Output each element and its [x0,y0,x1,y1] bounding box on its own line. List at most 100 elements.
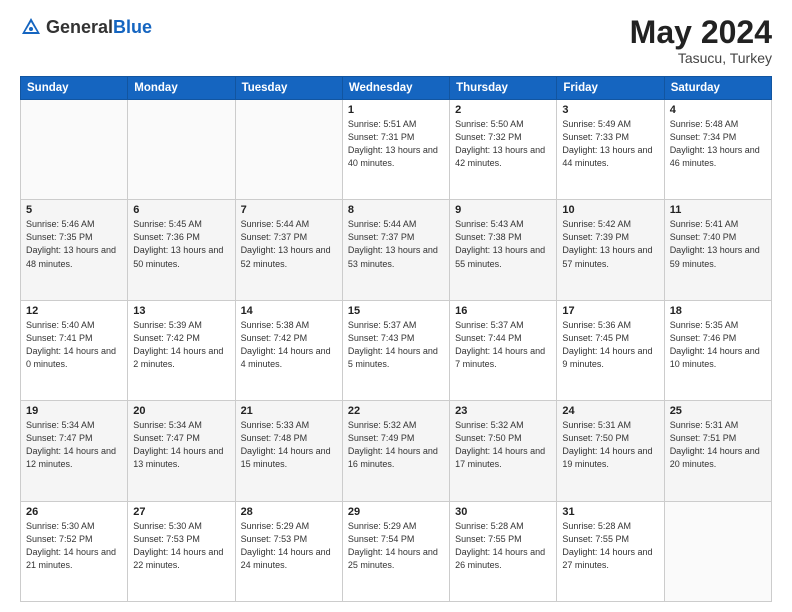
cell-content: Sunrise: 5:30 AMSunset: 7:52 PMDaylight:… [26,520,122,572]
col-saturday: Saturday [664,77,771,100]
calendar-cell: 18 Sunrise: 5:35 AMSunset: 7:46 PMDayligh… [664,300,771,400]
cell-content: Sunrise: 5:45 AMSunset: 7:36 PMDaylight:… [133,218,229,270]
location: Tasucu, Turkey [630,50,772,66]
cell-content: Sunrise: 5:38 AMSunset: 7:42 PMDaylight:… [241,319,337,371]
calendar-cell: 30 Sunrise: 5:28 AMSunset: 7:55 PMDayligh… [450,501,557,601]
week-row-1: 1 Sunrise: 5:51 AMSunset: 7:31 PMDaylight… [21,100,772,200]
header: GeneralBlue May 2024 Tasucu, Turkey [20,16,772,66]
calendar-cell: 27Sunrise: 5:30 AMSunset: 7:53 PMDayligh… [128,501,235,601]
day-number: 15 [348,305,444,317]
calendar-cell: 23 Sunrise: 5:32 AMSunset: 7:50 PMDayligh… [450,401,557,501]
day-number: 28 [241,506,337,518]
col-wednesday: Wednesday [342,77,449,100]
day-number: 14 [241,305,337,317]
logo-general-text: General [46,17,113,37]
cell-content: Sunrise: 5:44 AMSunset: 7:37 PMDaylight:… [348,218,444,270]
logo-icon [20,16,42,38]
day-number: 13 [133,305,229,317]
cell-content: Sunrise: 5:30 AMSunset: 7:53 PMDaylight:… [133,520,229,572]
day-number: 20 [133,405,229,417]
logo-blue-text: Blue [113,17,152,37]
cell-content: Sunrise: 5:40 AMSunset: 7:41 PMDaylight:… [26,319,122,371]
cell-content: Sunrise: 5:36 AMSunset: 7:45 PMDaylight:… [562,319,658,371]
month-year: May 2024 [630,16,772,48]
col-tuesday: Tuesday [235,77,342,100]
day-number: 16 [455,305,551,317]
cell-content: Sunrise: 5:33 AMSunset: 7:48 PMDaylight:… [241,419,337,471]
cell-content: Sunrise: 5:29 AMSunset: 7:53 PMDaylight:… [241,520,337,572]
calendar-cell: 15 Sunrise: 5:37 AMSunset: 7:43 PMDayligh… [342,300,449,400]
cell-content: Sunrise: 5:32 AMSunset: 7:50 PMDaylight:… [455,419,551,471]
col-friday: Friday [557,77,664,100]
calendar-cell: 22 Sunrise: 5:32 AMSunset: 7:49 PMDayligh… [342,401,449,501]
calendar-cell: 17 Sunrise: 5:36 AMSunset: 7:45 PMDayligh… [557,300,664,400]
cell-content: Sunrise: 5:43 AMSunset: 7:38 PMDaylight:… [455,218,551,270]
calendar-cell: 6 Sunrise: 5:45 AMSunset: 7:36 PMDaylight… [128,200,235,300]
calendar-cell: 3 Sunrise: 5:49 AMSunset: 7:33 PMDaylight… [557,100,664,200]
calendar-cell: 11Sunrise: 5:41 AMSunset: 7:40 PMDayligh… [664,200,771,300]
day-number: 8 [348,204,444,216]
day-number: 2 [455,104,551,116]
calendar-cell: 25 Sunrise: 5:31 AMSunset: 7:51 PMDayligh… [664,401,771,501]
calendar-cell: 31 Sunrise: 5:28 AMSunset: 7:55 PMDayligh… [557,501,664,601]
calendar-cell: 21Sunrise: 5:33 AMSunset: 7:48 PMDayligh… [235,401,342,501]
calendar-cell: 9Sunrise: 5:43 AMSunset: 7:38 PMDaylight… [450,200,557,300]
cell-content: Sunrise: 5:39 AMSunset: 7:42 PMDaylight:… [133,319,229,371]
day-number: 29 [348,506,444,518]
day-number: 18 [670,305,766,317]
day-number: 22 [348,405,444,417]
calendar-cell: 8 Sunrise: 5:44 AMSunset: 7:37 PMDaylight… [342,200,449,300]
cell-content: Sunrise: 5:49 AMSunset: 7:33 PMDaylight:… [562,118,658,170]
day-number: 11 [670,204,766,216]
cell-content: Sunrise: 5:48 AMSunset: 7:34 PMDaylight:… [670,118,766,170]
col-thursday: Thursday [450,77,557,100]
calendar-cell: 16Sunrise: 5:37 AMSunset: 7:44 PMDayligh… [450,300,557,400]
col-sunday: Sunday [21,77,128,100]
calendar-cell: 19Sunrise: 5:34 AMSunset: 7:47 PMDayligh… [21,401,128,501]
cell-content: Sunrise: 5:46 AMSunset: 7:35 PMDaylight:… [26,218,122,270]
week-row-4: 19Sunrise: 5:34 AMSunset: 7:47 PMDayligh… [21,401,772,501]
cell-content: Sunrise: 5:32 AMSunset: 7:49 PMDaylight:… [348,419,444,471]
calendar-cell: 24Sunrise: 5:31 AMSunset: 7:50 PMDayligh… [557,401,664,501]
calendar-cell: 4 Sunrise: 5:48 AMSunset: 7:34 PMDaylight… [664,100,771,200]
calendar-cell: 2Sunrise: 5:50 AMSunset: 7:32 PMDaylight… [450,100,557,200]
page: GeneralBlue May 2024 Tasucu, Turkey Sund… [0,0,792,612]
day-number: 17 [562,305,658,317]
day-number: 30 [455,506,551,518]
calendar-cell [235,100,342,200]
cell-content: Sunrise: 5:31 AMSunset: 7:51 PMDaylight:… [670,419,766,471]
cell-content: Sunrise: 5:35 AMSunset: 7:46 PMDaylight:… [670,319,766,371]
day-number: 7 [241,204,337,216]
day-number: 5 [26,204,122,216]
day-number: 3 [562,104,658,116]
cell-content: Sunrise: 5:34 AMSunset: 7:47 PMDaylight:… [133,419,229,471]
day-number: 26 [26,506,122,518]
day-number: 6 [133,204,229,216]
calendar-cell: 12Sunrise: 5:40 AMSunset: 7:41 PMDayligh… [21,300,128,400]
col-monday: Monday [128,77,235,100]
logo: GeneralBlue [20,16,152,38]
calendar-cell: 14 Sunrise: 5:38 AMSunset: 7:42 PMDayligh… [235,300,342,400]
calendar-cell: 7 Sunrise: 5:44 AMSunset: 7:37 PMDaylight… [235,200,342,300]
cell-content: Sunrise: 5:28 AMSunset: 7:55 PMDaylight:… [455,520,551,572]
cell-content: Sunrise: 5:51 AMSunset: 7:31 PMDaylight:… [348,118,444,170]
day-number: 4 [670,104,766,116]
day-number: 1 [348,104,444,116]
calendar-cell: 1 Sunrise: 5:51 AMSunset: 7:31 PMDaylight… [342,100,449,200]
header-row: Sunday Monday Tuesday Wednesday Thursday… [21,77,772,100]
day-number: 31 [562,506,658,518]
cell-content: Sunrise: 5:44 AMSunset: 7:37 PMDaylight:… [241,218,337,270]
calendar-cell [128,100,235,200]
calendar-cell: 5 Sunrise: 5:46 AMSunset: 7:35 PMDaylight… [21,200,128,300]
cell-content: Sunrise: 5:37 AMSunset: 7:43 PMDaylight:… [348,319,444,371]
cell-content: Sunrise: 5:28 AMSunset: 7:55 PMDaylight:… [562,520,658,572]
calendar-cell: 10Sunrise: 5:42 AMSunset: 7:39 PMDayligh… [557,200,664,300]
calendar-table: Sunday Monday Tuesday Wednesday Thursday… [20,76,772,602]
calendar-cell: 26 Sunrise: 5:30 AMSunset: 7:52 PMDayligh… [21,501,128,601]
cell-content: Sunrise: 5:29 AMSunset: 7:54 PMDaylight:… [348,520,444,572]
calendar-cell [664,501,771,601]
calendar: Sunday Monday Tuesday Wednesday Thursday… [20,76,772,602]
day-number: 25 [670,405,766,417]
day-number: 23 [455,405,551,417]
week-row-2: 5 Sunrise: 5:46 AMSunset: 7:35 PMDaylight… [21,200,772,300]
